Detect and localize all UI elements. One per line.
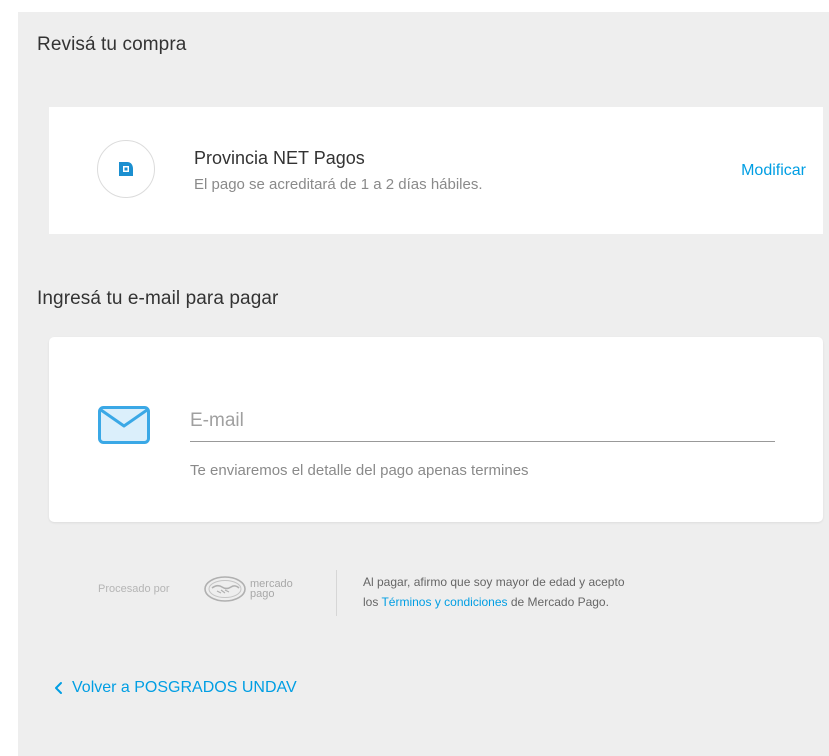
processed-by-label: Procesado por <box>98 583 170 595</box>
terms-link[interactable]: Términos y condiciones <box>381 595 507 609</box>
legal-los: los <box>363 595 379 609</box>
review-title: Revisá tu compra <box>37 34 187 55</box>
back-link-label: Volver a POSGRADOS UNDAV <box>72 679 297 696</box>
legal-text: Al pagar, afirmo que soy mayor de edad y… <box>363 572 803 612</box>
email-card: Te enviaremos el detalle del pago apenas… <box>49 337 823 522</box>
payment-method-card: Provincia NET Pagos El pago se acreditar… <box>49 107 823 234</box>
footer-divider <box>336 570 337 616</box>
email-section-title: Ingresá tu e-mail para pagar <box>37 288 279 309</box>
logo-word-pago: pago <box>250 588 275 600</box>
back-link[interactable]: Volver a POSGRADOS UNDAV <box>52 679 297 697</box>
mercado-pago-logo: mercado pago <box>203 575 303 603</box>
email-helper-text: Te enviaremos el detalle del pago apenas… <box>190 462 529 479</box>
handshake-icon <box>204 576 246 602</box>
chevron-left-icon <box>55 682 62 694</box>
mail-icon <box>98 406 150 449</box>
modify-payment-link[interactable]: Modificar <box>741 162 806 180</box>
legal-suffix: de Mercado Pago. <box>510 595 609 609</box>
payment-method-name: Provincia NET Pagos <box>194 148 365 168</box>
payment-method-description: El pago se acreditará de 1 a 2 días hábi… <box>194 176 483 193</box>
legal-prefix: Al pagar, afirmo que soy mayor de edad y… <box>363 575 625 589</box>
provincia-net-icon <box>97 140 155 198</box>
checkout-page: Revisá tu compra Provincia NET Pagos El … <box>18 12 829 756</box>
email-input[interactable] <box>190 400 775 442</box>
